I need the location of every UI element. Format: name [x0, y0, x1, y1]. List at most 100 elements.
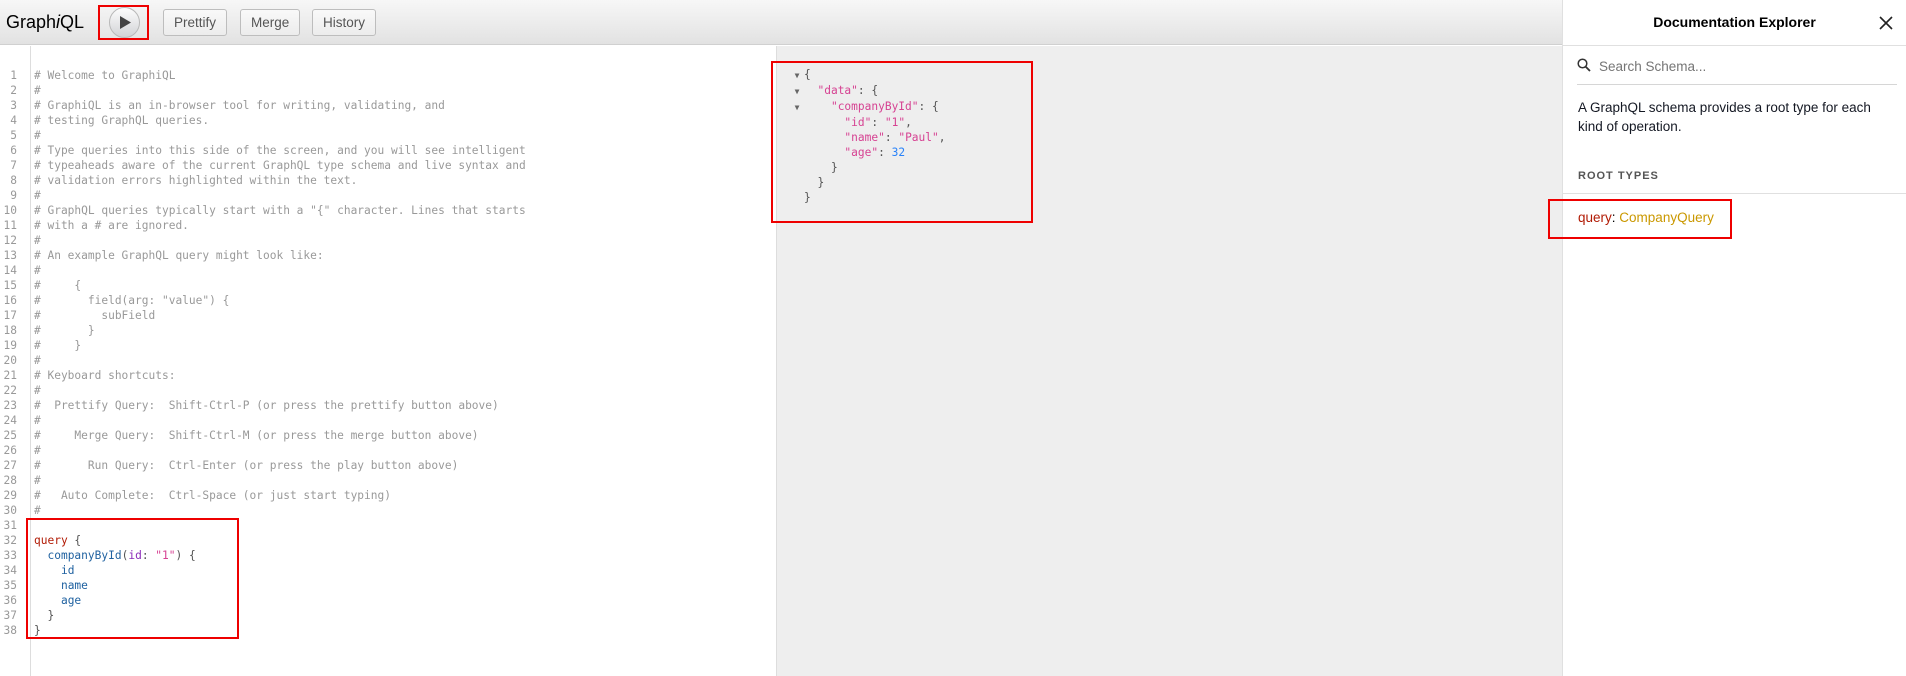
- comment-text: # field(arg: "value") {: [34, 294, 230, 307]
- line-number: 21: [3, 369, 17, 382]
- query-subfield: id: [60, 564, 75, 577]
- line-number: 28: [3, 474, 17, 487]
- line-number: 4: [10, 114, 17, 127]
- code-line: 35 name: [0, 578, 526, 593]
- comment-text: #: [34, 129, 41, 142]
- execute-query-button[interactable]: [109, 7, 140, 38]
- code-line: 22 #: [0, 383, 526, 398]
- line-number: 11: [3, 219, 17, 232]
- line-number: 3: [10, 99, 17, 112]
- code-line: 3 # GraphiQL is an in-browser tool for wr…: [0, 98, 526, 113]
- code-line: 38}: [0, 623, 526, 638]
- code-line: 14 #: [0, 263, 526, 278]
- query-subfield: age: [60, 594, 82, 607]
- comment-text: # Prettify Query: Shift-Ctrl-P (or press…: [34, 399, 499, 412]
- query-arg-value: "1": [155, 549, 176, 562]
- line-number: 24: [3, 414, 17, 427]
- code-line: 23 # Prettify Query: Shift-Ctrl-P (or pre…: [0, 398, 526, 413]
- history-button[interactable]: History: [312, 9, 377, 36]
- code-token: {: [804, 68, 811, 81]
- line-number: 31: [3, 519, 17, 532]
- query-field: companyById: [47, 549, 122, 562]
- line-number: 17: [3, 309, 17, 322]
- line-number: 13: [3, 249, 17, 262]
- comment-text: # GraphQL queries typically start with a…: [34, 204, 526, 217]
- json-line: }: [790, 175, 946, 190]
- play-icon: [120, 16, 131, 29]
- comment-text: # An example GraphQL query might look li…: [34, 249, 324, 262]
- code-line: 2 #: [0, 83, 526, 98]
- fold-arrow-icon: ▼: [794, 103, 800, 112]
- query-keyword: query: [34, 534, 68, 547]
- line-number: 16: [3, 294, 17, 307]
- comment-text: #: [34, 264, 41, 277]
- json-value: "1": [884, 116, 906, 129]
- line-number: 30: [3, 504, 17, 517]
- comment-text: #: [34, 414, 41, 427]
- line-number: 2: [10, 84, 17, 97]
- code-token: : {: [918, 100, 939, 113]
- comment-text: # GraphiQL is an in-browser tool for wri…: [34, 99, 445, 112]
- fold-arrow-icon: ▼: [794, 71, 800, 80]
- comment-text: # {: [34, 279, 82, 292]
- json-line: "name": "Paul",: [790, 130, 945, 145]
- documentation-explorer: Documentation Explorer A GraphQL schema …: [1562, 0, 1906, 676]
- root-types-title: ROOT TYPES: [1578, 170, 1659, 182]
- close-icon[interactable]: [1876, 13, 1896, 33]
- pane-resize-handle[interactable]: [776, 46, 790, 676]
- prettify-button[interactable]: Prettify: [163, 9, 228, 36]
- code-line: 1 # Welcome to GraphiQL: [0, 68, 526, 83]
- comment-text: # Run Query: Ctrl-Enter (or press the pl…: [34, 459, 459, 472]
- comment-text: # Type queries into this side of the scr…: [34, 144, 526, 157]
- json-line: ▼ "companyById": {: [790, 99, 946, 115]
- comment-text: # validation errors highlighted within t…: [34, 174, 358, 187]
- code-line: 29 # Auto Complete: Ctrl-Space (or just s…: [0, 488, 526, 503]
- json-key: "id": [844, 116, 872, 129]
- code-token: }: [34, 609, 55, 622]
- search-input[interactable]: [1597, 58, 1891, 75]
- json-line: }: [790, 160, 946, 175]
- comment-text: # Keyboard shortcuts:: [34, 369, 176, 382]
- line-number: 8: [10, 174, 17, 187]
- code-line: 27 # Run Query: Ctrl-Enter (or press the …: [0, 458, 526, 473]
- code-token: }: [34, 624, 41, 637]
- code-line: 19 # }: [0, 338, 526, 353]
- code-line: 28 #: [0, 473, 526, 488]
- code-line: 10 # GraphQL queries typically start with…: [0, 203, 526, 218]
- divider: [1563, 193, 1906, 194]
- query-editor[interactable]: 1 # Welcome to GraphiQL 2 #3 # GraphiQL is a…: [0, 46, 776, 676]
- json-value: 32: [891, 146, 906, 159]
- root-type-item: query: CompanyQuery: [1578, 210, 1714, 225]
- code-token: :: [884, 131, 899, 144]
- code-line: 21 # Keyboard shortcuts:: [0, 368, 526, 383]
- json-line: "age": 32: [790, 145, 946, 160]
- line-number: 6: [10, 144, 17, 157]
- comment-text: # with a # are ignored.: [34, 219, 189, 232]
- result-pane: ▼{▼ "data": {▼ "companyById": { "id": "1…: [790, 46, 1562, 676]
- comment-text: #: [34, 444, 41, 457]
- query-editor-code[interactable]: 1 # Welcome to GraphiQL 2 #3 # GraphiQL is a…: [0, 68, 526, 638]
- merge-button[interactable]: Merge: [240, 9, 301, 36]
- comment-text: # Welcome to GraphiQL: [34, 69, 176, 82]
- line-number: 22: [3, 384, 17, 397]
- code-line: 26 #: [0, 443, 526, 458]
- comment-text: #: [34, 354, 41, 367]
- comment-text: #: [34, 234, 41, 247]
- line-number: 15: [3, 279, 17, 292]
- schema-search: [1577, 56, 1897, 85]
- code-line: 34 id: [0, 563, 526, 578]
- query-subfield: name: [60, 579, 88, 592]
- search-icon: [1577, 58, 1591, 72]
- docs-header: Documentation Explorer: [1563, 0, 1906, 46]
- root-type-link[interactable]: CompanyQuery: [1619, 210, 1714, 225]
- line-number: 34: [3, 564, 17, 577]
- json-value: "Paul": [898, 131, 939, 144]
- line-number: 36: [3, 594, 17, 607]
- code-line: 37 }: [0, 608, 526, 623]
- line-number: 27: [3, 459, 17, 472]
- line-number: 23: [3, 399, 17, 412]
